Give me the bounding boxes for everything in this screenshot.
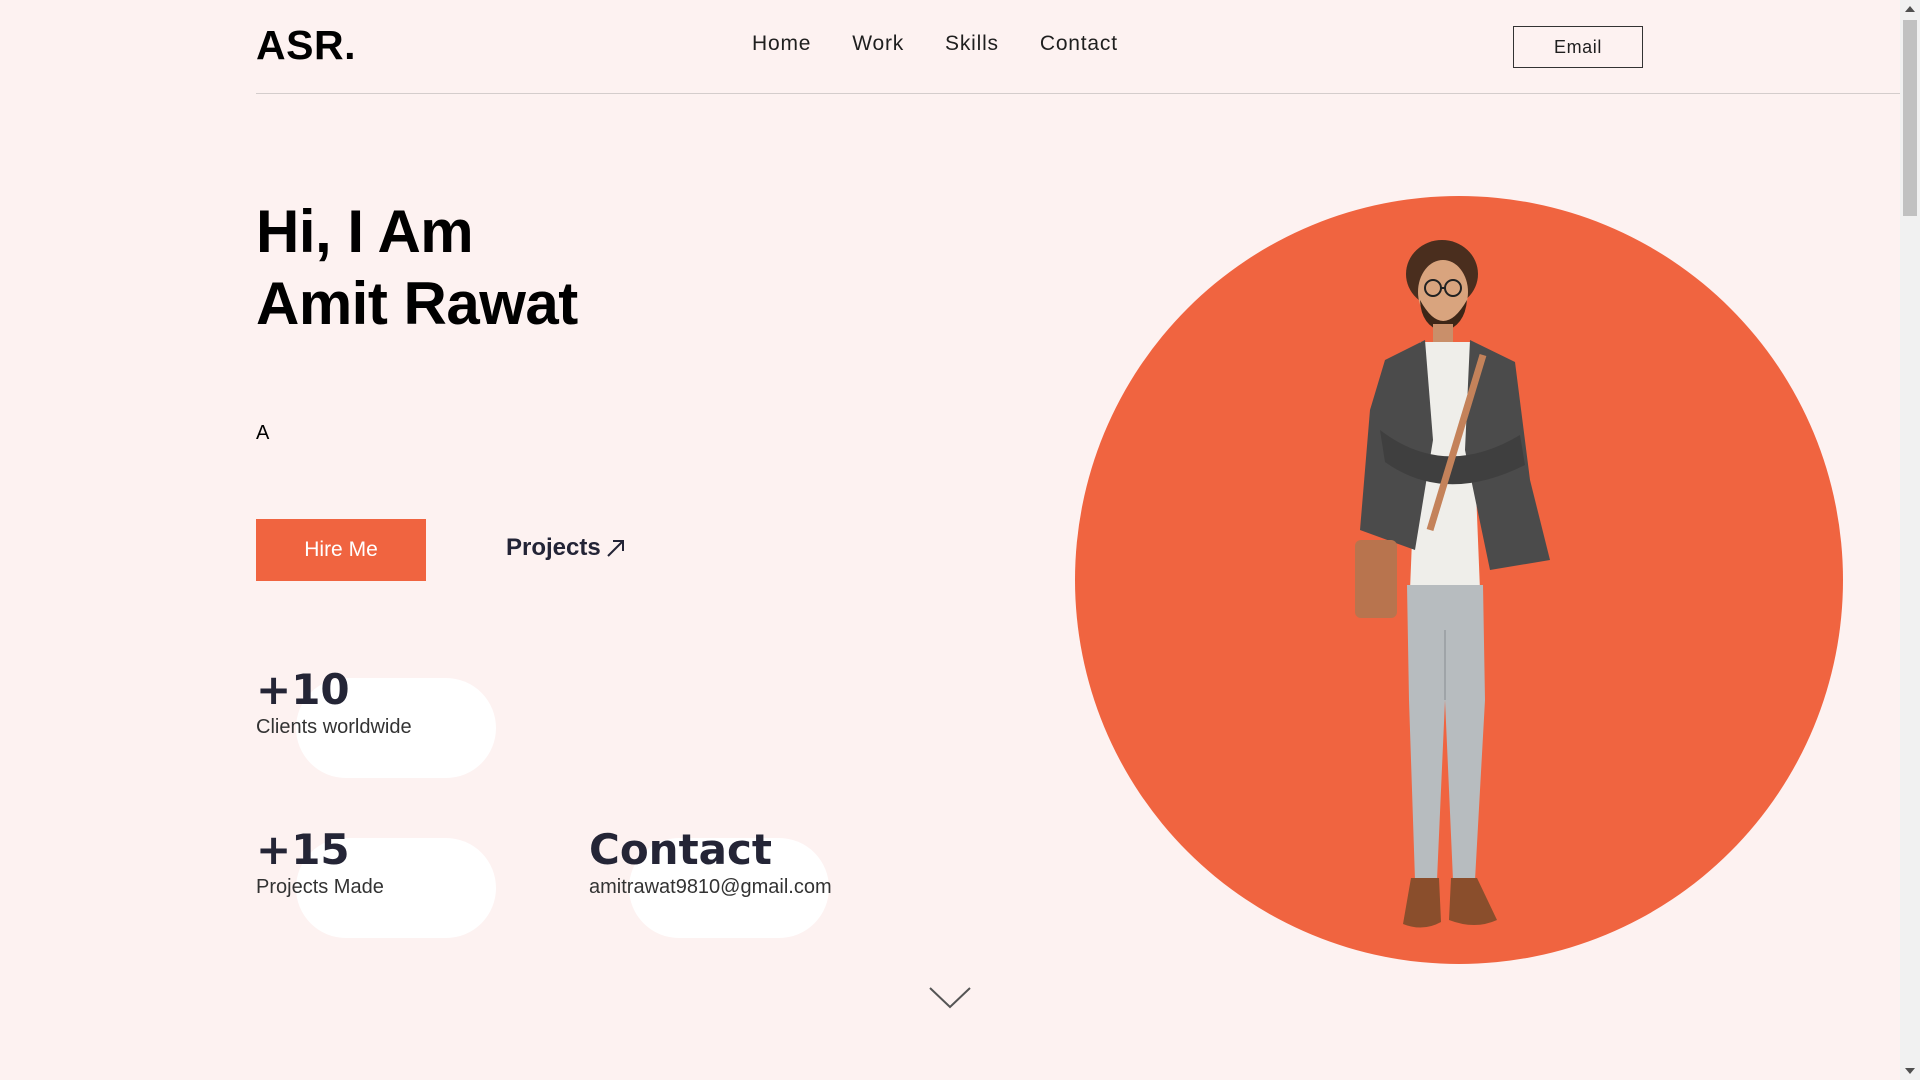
portfolio-page: ASR. Home Work Skills Contact Email Hi, … (0, 0, 1900, 1080)
stat-label: Projects Made (256, 876, 384, 898)
header-divider (256, 93, 1900, 94)
profile-photo (1355, 240, 1550, 928)
stat-value: Contact (589, 825, 772, 874)
nav-work[interactable]: Work (852, 32, 904, 56)
stat-value: +15 (256, 825, 350, 874)
stat-value: +10 (256, 665, 350, 714)
chevron-down-icon[interactable] (928, 985, 972, 1016)
hero-name: Amit Rawat (256, 270, 578, 337)
scroll-down-arrow-icon[interactable] (1905, 1068, 1915, 1074)
typed-role-text: A (256, 422, 270, 444)
scroll-up-arrow-icon[interactable] (1905, 6, 1915, 12)
nav-contact[interactable]: Contact (1040, 32, 1118, 56)
hero-greeting: Hi, I Am (256, 198, 474, 265)
nav-skills[interactable]: Skills (945, 32, 999, 56)
site-logo[interactable]: ASR. (256, 22, 356, 69)
contact-email[interactable]: amitrawat9810@gmail.com (589, 876, 832, 899)
scrollbar-thumb[interactable] (1903, 20, 1917, 216)
email-button[interactable]: Email (1513, 26, 1643, 68)
hire-me-button[interactable]: Hire Me (256, 519, 426, 581)
stat-contact: Contact amitrawat9810@gmail.com (589, 825, 832, 938)
main-nav: Home Work Skills Contact (752, 32, 1159, 56)
arrow-up-right-icon (607, 540, 624, 557)
stat-label: Clients worldwide (256, 716, 412, 738)
stat-clients: +10 Clients worldwide (256, 665, 496, 778)
stat-projects: +15 Projects Made (256, 825, 496, 938)
projects-link[interactable]: Projects (506, 534, 627, 562)
hero-title: Hi, I Am Amit Rawat (256, 196, 578, 340)
nav-home[interactable]: Home (752, 32, 811, 56)
projects-link-label: Projects (506, 534, 601, 561)
page-scrollbar[interactable] (1900, 0, 1920, 1080)
